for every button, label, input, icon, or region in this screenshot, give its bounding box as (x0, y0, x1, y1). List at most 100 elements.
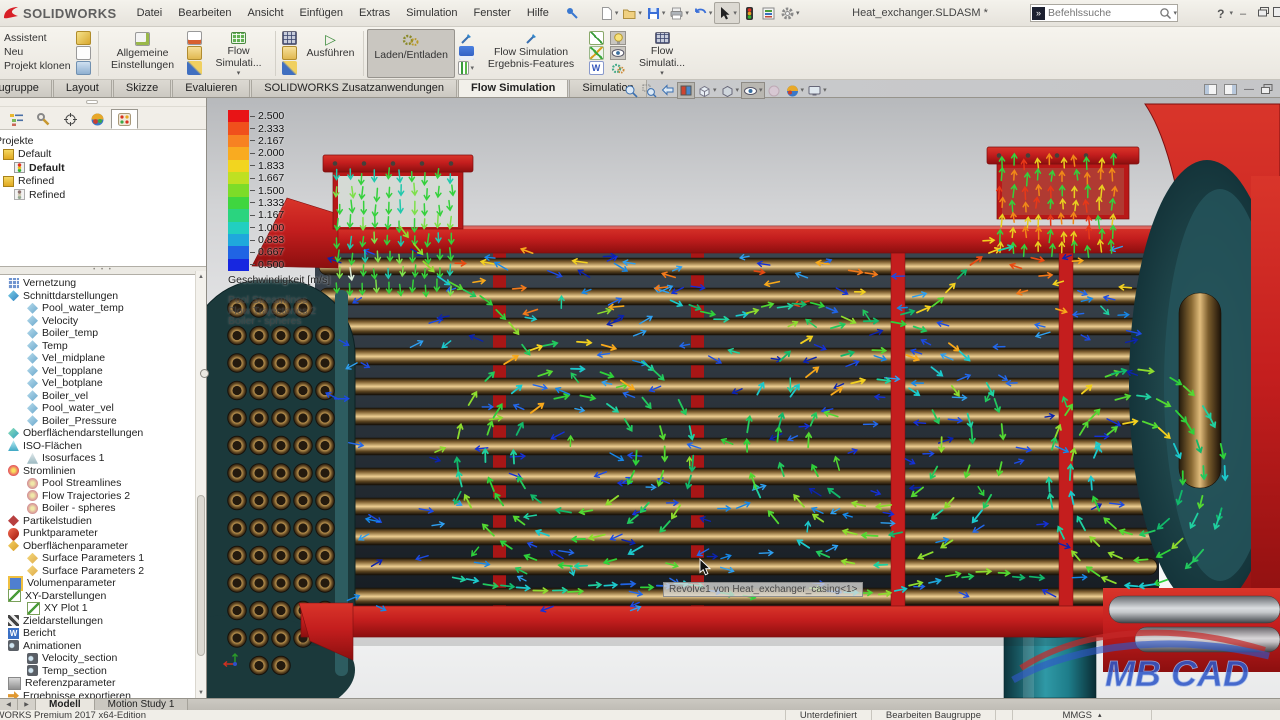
tree-item-flow-trajectories-2[interactable]: Flow Trajectories 2 (0, 490, 206, 503)
pin-icon[interactable] (565, 6, 579, 20)
undo-button[interactable]: ▾ (691, 3, 715, 23)
viewport-minimize-icon[interactable]: — (1244, 84, 1254, 95)
search-icon[interactable] (1159, 7, 1172, 20)
interference-check-button[interactable] (740, 3, 759, 23)
open-button[interactable]: ▾ (620, 3, 644, 23)
menu-einfügen[interactable]: Einfügen (292, 0, 351, 27)
dropdown-caret-icon[interactable]: ▾ (660, 71, 664, 77)
pane-left-icon[interactable] (1204, 84, 1217, 95)
menu-bearbeiten[interactable]: Bearbeiten (170, 0, 239, 27)
tree-item-boiler-temp[interactable]: Boiler_temp (0, 327, 206, 340)
tree-item-vel-midplane[interactable]: Vel_midplane (0, 352, 206, 365)
tree-item-volumenparameter[interactable]: Volumenparameter (0, 577, 206, 590)
flow-simulation-display-button[interactable]: Flow Simulati... ▾ (629, 29, 695, 78)
results-features-button[interactable]: Flow Simulation Ergebnis-Features (477, 29, 585, 78)
featuremanager-tab[interactable] (3, 109, 30, 129)
search-caret-icon[interactable]: ▾ (1173, 10, 1177, 17)
edit-appearance-button[interactable] (766, 82, 783, 99)
model-tab-modell[interactable]: Modell (36, 699, 95, 710)
menu-hilfe[interactable]: Hilfe (519, 0, 557, 27)
tree-item-xy-plot-1[interactable]: XY Plot 1 (0, 602, 206, 615)
tree-item-surface-parameters-2[interactable]: Surface Parameters 2 (0, 565, 206, 578)
restore-button[interactable] (1253, 7, 1273, 20)
wand2-icon[interactable] (282, 61, 298, 75)
print-button[interactable]: ▾ (667, 3, 691, 23)
tree-item-temp-section[interactable]: Temp_section (0, 665, 206, 678)
wand-icon[interactable] (187, 61, 203, 75)
visibility-eye-icon[interactable] (610, 46, 626, 60)
display-style-button[interactable]: ▾ (719, 82, 741, 99)
doc-icon[interactable] (187, 31, 203, 45)
wizard-button[interactable]: Assistent (4, 32, 71, 45)
view-settings-button[interactable]: ▾ (806, 82, 828, 99)
tree-scrollbar[interactable]: ▲ ▼ (195, 271, 206, 698)
project-item-refined[interactable]: Refined (0, 175, 206, 189)
tree-item-bericht[interactable]: Bericht (0, 627, 206, 640)
minimize-button[interactable]: – (1233, 8, 1253, 20)
graphics-viewport[interactable]: MB CAD 2.5002.3332.1672.0001.8331.6671.5… (207, 98, 1280, 698)
section-view-button[interactable] (677, 82, 695, 99)
command-search[interactable]: » ▾ (1030, 4, 1178, 22)
tree-item-stromlinien[interactable]: Stromlinien (0, 465, 206, 478)
status-units[interactable]: MMGS▴ (1012, 710, 1151, 720)
tab-baugruppe[interactable]: Baugruppe (0, 80, 52, 97)
tree-item-isosurfaces-1[interactable]: Isosurfaces 1 (0, 452, 206, 465)
menu-ansicht[interactable]: Ansicht (239, 0, 291, 27)
tree-item-ergebnisse-exportieren[interactable]: Ergebnisse exportieren (0, 690, 206, 699)
report-word-icon[interactable]: W (588, 61, 604, 75)
load-unload-button[interactable]: Laden/Entladen (367, 29, 455, 78)
tab-solidworks-zusatzanwendungen[interactable]: SOLIDWORKS Zusatzanwendungen (251, 80, 457, 97)
hide-show-button[interactable]: ▾ (741, 82, 765, 99)
configurationmanager-tab[interactable] (57, 109, 84, 129)
close-button[interactable] (1273, 7, 1280, 20)
menu-extras[interactable]: Extras (351, 0, 398, 27)
tab-skizze[interactable]: Skizze (113, 80, 171, 97)
new-document-button[interactable]: ▾ (597, 3, 621, 23)
tab-evaluieren[interactable]: Evaluieren (172, 80, 250, 97)
scroll-down-icon[interactable]: ▼ (196, 687, 206, 698)
tree-item-temp[interactable]: Temp (0, 340, 206, 353)
scroll-up-icon[interactable]: ▲ (196, 271, 206, 282)
tree-item-vel-botplane[interactable]: Vel_botplane (0, 377, 206, 390)
tree-item-pool-water-vel[interactable]: Pool_water_vel (0, 402, 206, 415)
chart-icon[interactable]: ▾ (458, 61, 474, 75)
dropdown-caret-icon[interactable]: ▾ (237, 71, 241, 77)
command-search-input[interactable] (1045, 7, 1159, 19)
tree-item-zieldarstellungen[interactable]: Zieldarstellungen (0, 615, 206, 628)
folder-icon[interactable] (187, 46, 203, 60)
tree-item-partikelstudien[interactable]: Partikelstudien (0, 515, 206, 528)
displaymanager-tab[interactable] (84, 109, 111, 129)
tree-item-oberflächendarstellungen[interactable]: Oberflächendarstellungen (0, 427, 206, 440)
viewport-restore-icon[interactable] (1261, 84, 1273, 95)
tree-item-pool-water-temp[interactable]: Pool_water_temp (0, 302, 206, 315)
propertymanager-tab[interactable] (30, 109, 57, 129)
domain-icon[interactable] (282, 31, 298, 45)
project-item-refined[interactable]: Refined (0, 188, 206, 202)
wizard-small-icon[interactable] (76, 31, 92, 45)
select-tool-button[interactable]: ▾ (714, 2, 740, 24)
panel-splitter[interactable]: • • • (0, 266, 206, 275)
tree-item-oberflächenparameter[interactable]: Oberflächenparameter (0, 540, 206, 553)
menu-datei[interactable]: Datei (129, 0, 171, 27)
clone-small-icon[interactable] (76, 61, 92, 75)
new-project-button[interactable]: Neu (4, 46, 71, 59)
tree-item-vel-topplane[interactable]: Vel_topplane (0, 365, 206, 378)
menu-fenster[interactable]: Fenster (466, 0, 519, 27)
menu-simulation[interactable]: Simulation (398, 0, 465, 27)
tab-layout[interactable]: Layout (53, 80, 112, 97)
zoom-area-button[interactable] (641, 82, 658, 99)
save-button[interactable]: ▾ (644, 3, 668, 23)
tree-item-surface-parameters-1[interactable]: Surface Parameters 1 (0, 552, 206, 565)
tree-item-velocity[interactable]: Velocity (0, 315, 206, 328)
scrollbar-thumb[interactable] (197, 495, 205, 656)
tab-scroll-left-icon[interactable]: ◀ (0, 699, 18, 710)
tree-item-boiler-vel[interactable]: Boiler_vel (0, 390, 206, 403)
new-small-icon[interactable] (76, 46, 92, 60)
save-results-icon[interactable] (458, 46, 474, 60)
tree-item-pool-streamlines[interactable]: Pool Streamlines (0, 477, 206, 490)
lightbulb-icon[interactable] (610, 31, 626, 45)
tab-flow-simulation[interactable]: Flow Simulation (458, 80, 568, 97)
trajectories-icon[interactable] (588, 46, 604, 60)
projects-root[interactable]: Projekte (0, 134, 206, 148)
panel-resize-handle[interactable] (200, 369, 209, 378)
